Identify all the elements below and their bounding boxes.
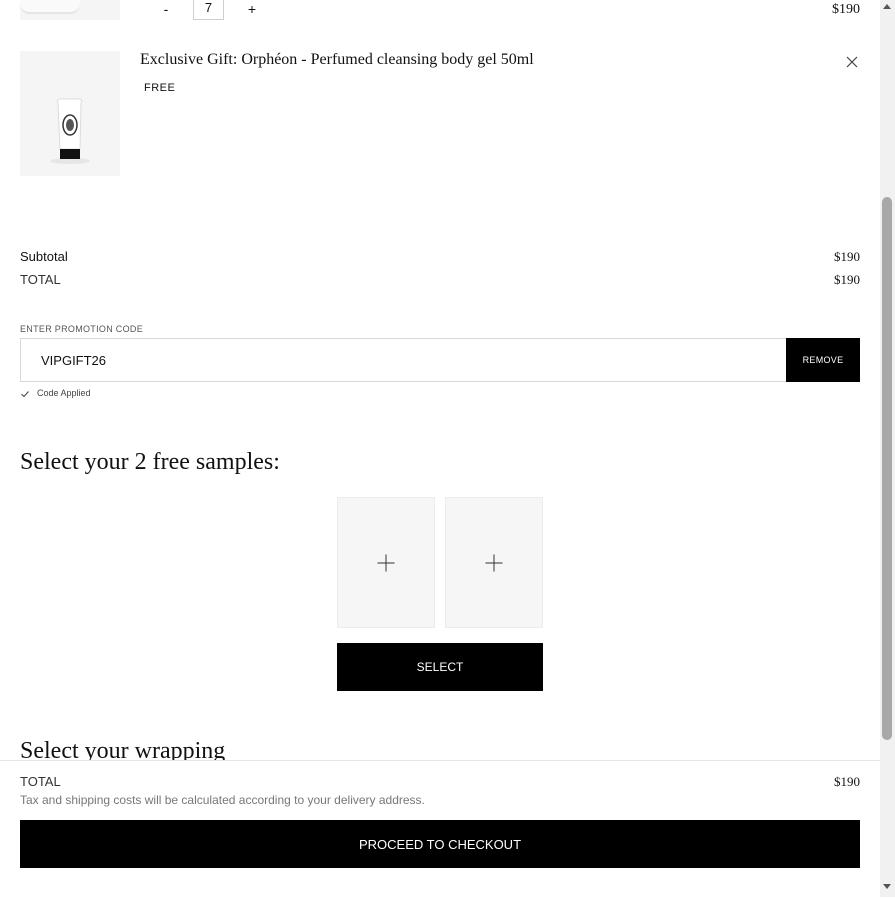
tax-shipping-note: Tax and shipping costs will be calculate… xyxy=(20,793,425,807)
gift-product-image[interactable] xyxy=(20,51,120,176)
previous-item-price: $190 xyxy=(832,2,860,17)
proceed-to-checkout-button[interactable]: PROCEED TO CHECKOUT xyxy=(20,820,860,868)
scroll-down-arrow-icon[interactable] xyxy=(883,884,891,889)
promo-code-label: ENTER PROMOTION CODE xyxy=(20,324,144,334)
scrollbar-thumb[interactable] xyxy=(882,197,892,740)
summary-total-value: $190 xyxy=(834,774,860,789)
promo-code-input[interactable] xyxy=(20,338,786,382)
summary-total-label: TOTAL xyxy=(20,774,61,789)
samples-heading: Select your 2 free samples: xyxy=(20,449,280,475)
quantity-decrease-button[interactable]: - xyxy=(158,0,174,18)
quantity-field[interactable]: 7 xyxy=(193,0,224,20)
remove-promo-button[interactable]: REMOVE xyxy=(786,338,860,382)
gift-product-name[interactable]: Exclusive Gift: Orphéon - Perfumed clean… xyxy=(140,51,534,69)
checkout-summary-bar: TOTAL $190 Tax and shipping costs will b… xyxy=(0,760,880,898)
gift-price-label: FREE xyxy=(144,82,176,94)
total-label: TOTAL xyxy=(20,272,61,287)
plus-icon xyxy=(485,554,503,571)
promo-status-text: Code Applied xyxy=(37,388,91,398)
select-samples-button[interactable]: SELECT xyxy=(337,643,543,691)
subtotal-value: $190 xyxy=(834,249,860,264)
sample-slot-1[interactable] xyxy=(337,497,435,628)
sample-slot-2[interactable] xyxy=(445,497,543,628)
quantity-increase-button[interactable]: + xyxy=(244,0,260,18)
plus-icon xyxy=(377,554,395,571)
previous-product-image[interactable] xyxy=(20,0,120,20)
tube-product-icon xyxy=(50,98,90,164)
subtotal-label: Subtotal xyxy=(20,249,68,264)
total-value: $190 xyxy=(834,272,860,287)
checkmark-icon xyxy=(21,391,29,398)
close-icon[interactable] xyxy=(844,54,860,70)
scroll-up-arrow-icon[interactable] xyxy=(883,4,891,9)
